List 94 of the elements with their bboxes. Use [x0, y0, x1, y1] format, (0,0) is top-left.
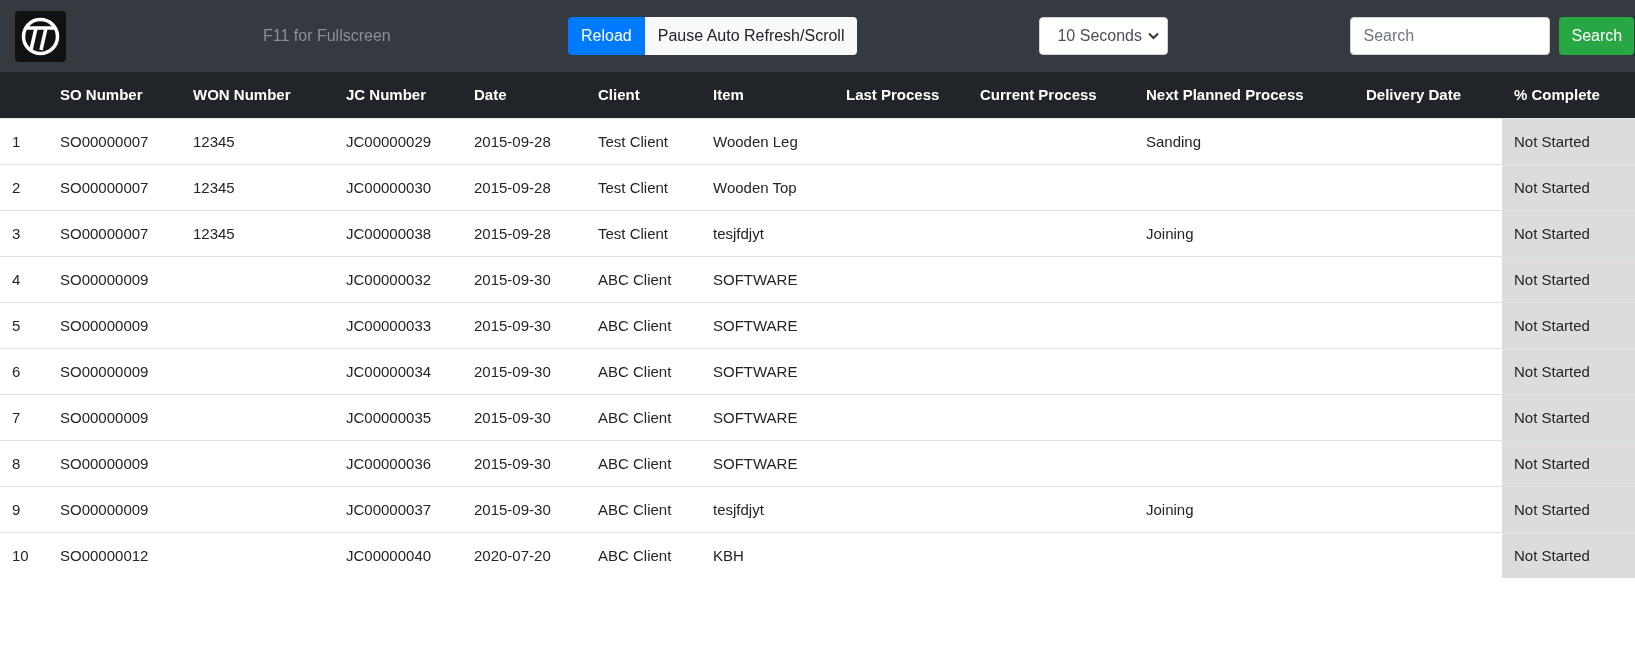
- table-cell: 2015-09-30: [474, 408, 551, 426]
- status-cell: Not Started: [1502, 486, 1635, 532]
- table-cell: SO00000009: [60, 408, 149, 426]
- table-cell: JC00000040: [346, 546, 432, 564]
- table-cell: JC00000030: [346, 178, 432, 196]
- row-number: 1: [12, 132, 21, 150]
- row-number: 10: [12, 546, 29, 564]
- table-cell: Test Client: [598, 132, 669, 150]
- table-cell: tesjfdjyt: [713, 500, 764, 518]
- status-cell: Not Started: [1502, 256, 1635, 302]
- table-cell: ABC Client: [598, 546, 672, 564]
- chevron-down-icon: [1148, 32, 1160, 40]
- table-cell: 2020-07-20: [474, 546, 551, 564]
- row-number: 7: [12, 408, 21, 426]
- column-header: Next Planned Process: [1146, 86, 1304, 104]
- table-cell: SO00000009: [60, 454, 149, 472]
- table-cell: SO00000009: [60, 362, 149, 380]
- table-cell: tesjfdjyt: [713, 224, 764, 242]
- table-cell: Sanding: [1146, 132, 1202, 150]
- table-cell: JC00000035: [346, 408, 432, 426]
- table-cell: 2015-09-30: [474, 316, 551, 334]
- table-cell: JC00000032: [346, 270, 432, 288]
- table-cell: SO00000007: [60, 132, 149, 150]
- table-cell: Wooden Top: [713, 178, 797, 196]
- column-header: SO Number: [60, 86, 143, 104]
- table-cell: 2015-09-30: [474, 362, 551, 380]
- table-cell: SO00000012: [60, 546, 149, 564]
- column-header: Delivery Date: [1366, 86, 1462, 104]
- table-cell: 2015-09-30: [474, 500, 551, 518]
- status-cell: Not Started: [1502, 394, 1635, 440]
- table-cell: SOFTWARE: [713, 270, 798, 288]
- row-number: 6: [12, 362, 21, 380]
- table-cell: 2015-09-28: [474, 224, 551, 242]
- column-header: Current Process: [980, 86, 1097, 104]
- table-cell: Joining: [1146, 500, 1194, 518]
- row-number: 2: [12, 178, 21, 196]
- search-field[interactable]: Search: [1350, 17, 1551, 55]
- table-cell: JC00000034: [346, 362, 432, 380]
- table-cell: 2015-09-30: [474, 270, 551, 288]
- table-cell: JC00000033: [346, 316, 432, 334]
- table-cell: ABC Client: [598, 408, 672, 426]
- table-cell: 12345: [193, 224, 235, 242]
- status-cell: Not Started: [1502, 348, 1635, 394]
- table-cell: ABC Client: [598, 454, 672, 472]
- status-cell: Not Started: [1502, 440, 1635, 486]
- table-cell: JC00000029: [346, 132, 432, 150]
- column-header: JC Number: [346, 86, 427, 104]
- reload-button[interactable]: Reload: [568, 17, 645, 55]
- table-cell: SOFTWARE: [713, 362, 798, 380]
- pause-button[interactable]: Pause Auto Refresh/Scroll: [644, 17, 858, 55]
- table-cell: JC00000038: [346, 224, 432, 242]
- table-cell: 2015-09-28: [474, 132, 551, 150]
- table-cell: SO00000009: [60, 316, 149, 334]
- table-cell: Test Client: [598, 224, 669, 242]
- column-header: WON Number: [193, 86, 291, 104]
- column-header: Date: [474, 86, 507, 104]
- status-cell: Not Started: [1502, 210, 1635, 256]
- row-number: 3: [12, 224, 21, 242]
- table-cell: SO00000007: [60, 224, 149, 242]
- table-cell: 12345: [193, 178, 235, 196]
- table-cell: ABC Client: [598, 316, 672, 334]
- table-cell: SOFTWARE: [713, 316, 798, 334]
- column-header: Last Process: [846, 86, 940, 104]
- table-cell: SOFTWARE: [713, 454, 798, 472]
- column-header: % Complete: [1514, 86, 1600, 104]
- table-cell: JC00000037: [346, 500, 432, 518]
- status-cell: Not Started: [1502, 164, 1635, 210]
- row-number: 9: [12, 500, 21, 518]
- table-cell: Test Client: [598, 178, 669, 196]
- table-cell: KBH: [713, 546, 744, 564]
- interval-dropdown[interactable]: 10 Seconds: [1039, 17, 1169, 55]
- table-cell: ABC Client: [598, 500, 672, 518]
- table-cell: 2015-09-30: [474, 454, 551, 472]
- table-cell: 2015-09-28: [474, 178, 551, 196]
- table-cell: Joining: [1146, 224, 1194, 242]
- status-cell: Not Started: [1502, 532, 1635, 578]
- table-cell: 12345: [193, 132, 235, 150]
- table-cell: SOFTWARE: [713, 408, 798, 426]
- table-cell: ABC Client: [598, 362, 672, 380]
- column-header: Item: [713, 86, 744, 104]
- table-cell: SO00000007: [60, 178, 149, 196]
- fullscreen-hint: F11 for Fullscreen: [263, 27, 392, 45]
- logo-icon: [15, 10, 66, 62]
- table-cell: JC00000036: [346, 454, 432, 472]
- row-number: 8: [12, 454, 21, 472]
- row-number: 4: [12, 270, 21, 288]
- column-header: Client: [598, 86, 640, 104]
- row-number: 5: [12, 316, 21, 334]
- table-cell: ABC Client: [598, 270, 672, 288]
- status-cell: Not Started: [1502, 118, 1635, 164]
- table-cell: SO00000009: [60, 270, 149, 288]
- status-cell: Not Started: [1502, 302, 1635, 348]
- table-cell: Wooden Leg: [713, 132, 798, 150]
- table-cell: SO00000009: [60, 500, 149, 518]
